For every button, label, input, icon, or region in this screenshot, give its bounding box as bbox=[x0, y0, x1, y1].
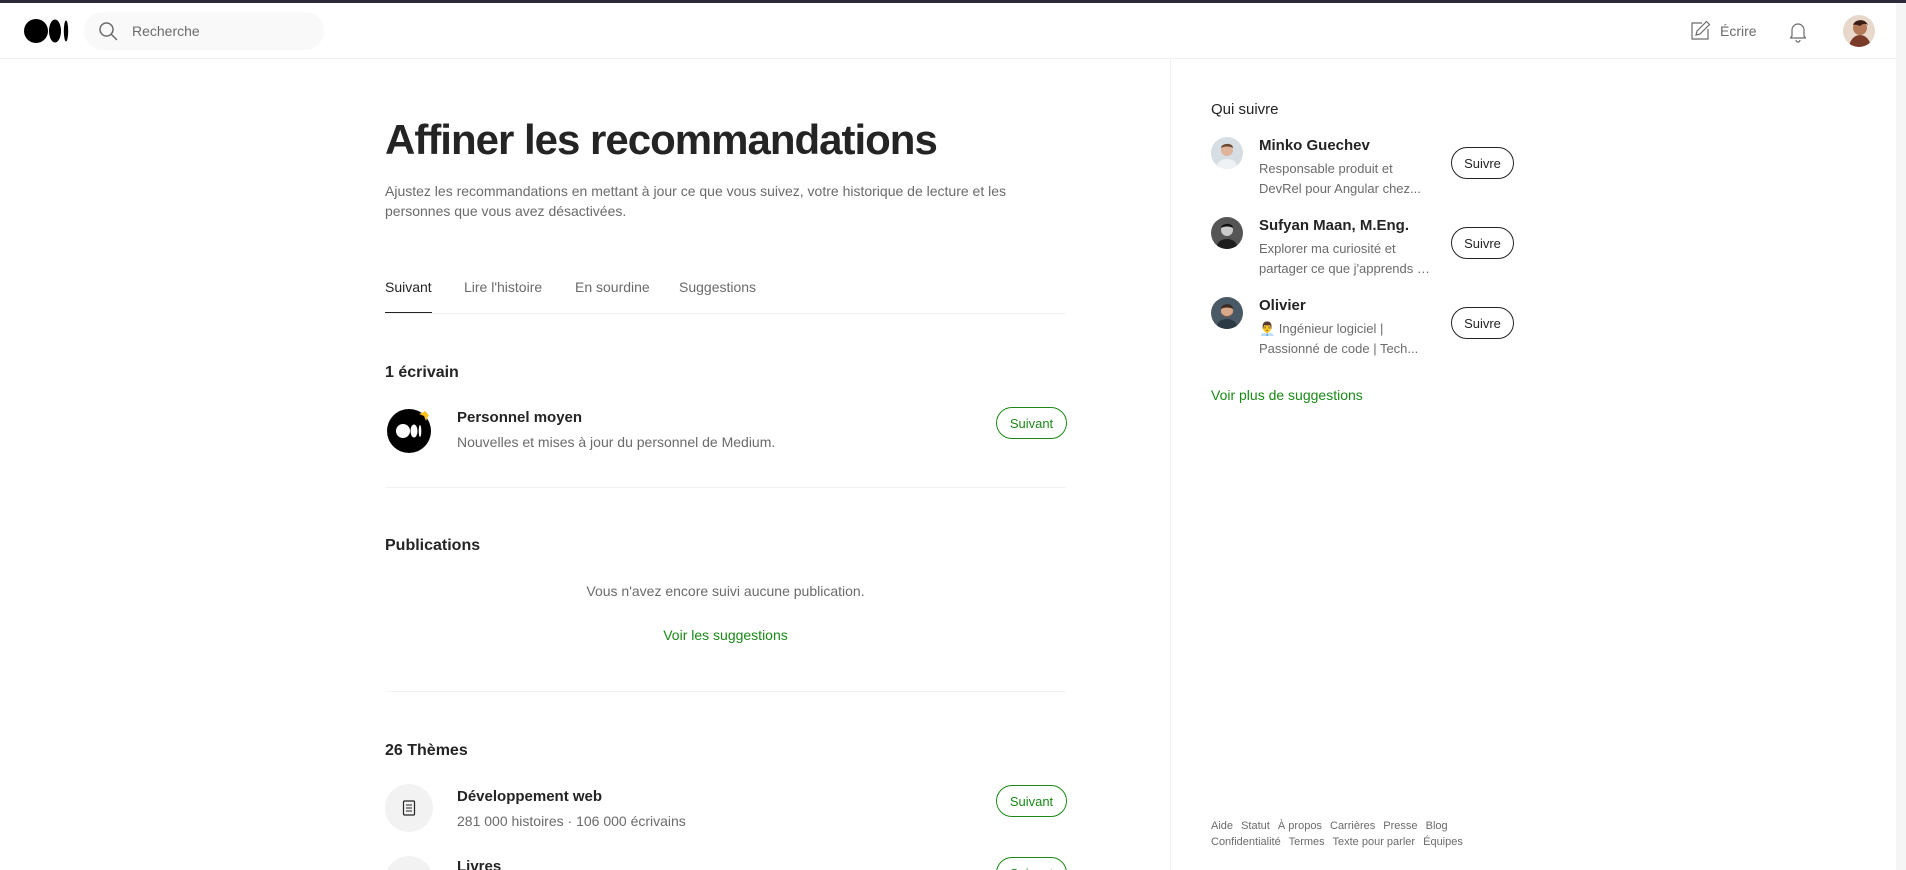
tab-reading-history[interactable]: Lire l'histoire bbox=[464, 279, 542, 295]
page-description: Ajustez les recommandations en mettant à… bbox=[385, 183, 1006, 219]
suggestion-item: Olivier 👨‍💼 Ingénieur logiciel | Passion… bbox=[1211, 297, 1531, 361]
publications-suggestions-row: Voir les suggestions bbox=[385, 627, 1066, 643]
search-icon bbox=[99, 22, 118, 41]
suggestion-item: Sufyan Maan, M.Eng. Explorer ma curiosit… bbox=[1211, 217, 1531, 281]
theme-following-button[interactable]: Suivant bbox=[996, 785, 1067, 817]
search-input[interactable]: Recherche bbox=[132, 23, 200, 39]
section-divider bbox=[385, 691, 1066, 692]
suggestion-avatar[interactable] bbox=[1211, 137, 1243, 169]
follow-button[interactable]: Suivre bbox=[1451, 227, 1514, 259]
tab-following[interactable]: Suivant bbox=[385, 279, 432, 295]
footer-link-text-to-speech[interactable]: Texte pour parler bbox=[1333, 836, 1416, 848]
user-avatar[interactable] bbox=[1843, 15, 1875, 47]
suggestion-bio: 👨‍💼 Ingénieur logiciel | Passionné de co… bbox=[1259, 321, 1419, 356]
sidebar-footer: Aide Statut À propos Carrières Presse Bl… bbox=[1211, 818, 1491, 850]
suggestion-name[interactable]: Sufyan Maan, M.Eng. bbox=[1259, 217, 1409, 234]
footer-link-help[interactable]: Aide bbox=[1211, 820, 1233, 832]
search-bar[interactable]: Recherche bbox=[84, 12, 324, 50]
footer-link-press[interactable]: Presse bbox=[1383, 820, 1417, 832]
theme-name[interactable]: Livres bbox=[457, 858, 501, 870]
page-title: Affiner les recommandations bbox=[385, 116, 938, 163]
suggestion-avatar[interactable] bbox=[1211, 217, 1243, 249]
suggestion-name[interactable]: Olivier bbox=[1259, 297, 1306, 314]
top-navbar: Recherche Écrire bbox=[0, 3, 1906, 59]
tab-suggestions[interactable]: Suggestions bbox=[679, 279, 756, 295]
theme-following-button[interactable]: Suivant bbox=[996, 857, 1067, 870]
section-divider bbox=[385, 487, 1066, 488]
suggestion-name[interactable]: Minko Guechev bbox=[1259, 137, 1370, 154]
see-more-suggestions-link[interactable]: Voir plus de suggestions bbox=[1211, 387, 1363, 403]
medium-logo[interactable] bbox=[24, 18, 70, 44]
tabs-bar: Suivant Lire l'histoire En sourdine Sugg… bbox=[385, 269, 1066, 314]
page-scrollbar[interactable] bbox=[1896, 3, 1906, 870]
themes-section-title: 26 Thèmes bbox=[385, 742, 468, 759]
suggestion-avatar[interactable] bbox=[1211, 297, 1243, 329]
write-button[interactable]: Écrire bbox=[1688, 19, 1757, 43]
notifications-bell-icon[interactable] bbox=[1786, 19, 1810, 43]
theme-icon-books[interactable] bbox=[385, 856, 433, 870]
medium-staff-avatar[interactable] bbox=[385, 405, 433, 453]
footer-link-teams[interactable]: Équipes bbox=[1423, 836, 1463, 848]
follow-button[interactable]: Suivre bbox=[1451, 307, 1514, 339]
publications-empty-message: Vous n'avez encore suivi aucune publicat… bbox=[586, 583, 865, 599]
footer-link-privacy[interactable]: Confidentialité bbox=[1211, 836, 1281, 848]
writer-following-button[interactable]: Suivant bbox=[996, 407, 1067, 439]
suggestion-item: Minko Guechev Responsable produit et Dev… bbox=[1211, 137, 1531, 201]
footer-link-terms[interactable]: Termes bbox=[1289, 836, 1325, 848]
writer-description: Nouvelles et mises à jour du personnel d… bbox=[457, 434, 776, 450]
sidebar-divider bbox=[1170, 59, 1171, 870]
see-suggestions-link[interactable]: Voir les suggestions bbox=[663, 627, 788, 643]
active-tab-indicator bbox=[385, 312, 432, 313]
document-icon bbox=[402, 800, 416, 816]
suggestion-bio: Explorer ma curiosité et partager ce que… bbox=[1259, 241, 1434, 276]
writers-section-title: 1 écrivain bbox=[385, 364, 459, 381]
publications-section-title: Publications bbox=[385, 537, 481, 554]
theme-icon-web-dev[interactable] bbox=[385, 784, 433, 832]
write-icon bbox=[1691, 20, 1711, 40]
write-label: Écrire bbox=[1720, 23, 1757, 39]
theme-name[interactable]: Développement web bbox=[457, 788, 602, 805]
footer-link-careers[interactable]: Carrières bbox=[1330, 820, 1375, 832]
theme-stats: 281 000 histoires · 106 000 écrivains bbox=[457, 813, 686, 829]
writer-name[interactable]: Personnel moyen bbox=[457, 409, 582, 426]
follow-button[interactable]: Suivre bbox=[1451, 147, 1514, 179]
footer-link-status[interactable]: Statut bbox=[1241, 820, 1270, 832]
tab-muted[interactable]: En sourdine bbox=[575, 279, 650, 295]
suggestion-bio: Responsable produit et DevRel pour Angul… bbox=[1259, 161, 1421, 196]
footer-link-blog[interactable]: Blog bbox=[1426, 820, 1448, 832]
who-to-follow-title: Qui suivre bbox=[1211, 101, 1279, 118]
footer-link-about[interactable]: À propos bbox=[1278, 820, 1322, 832]
